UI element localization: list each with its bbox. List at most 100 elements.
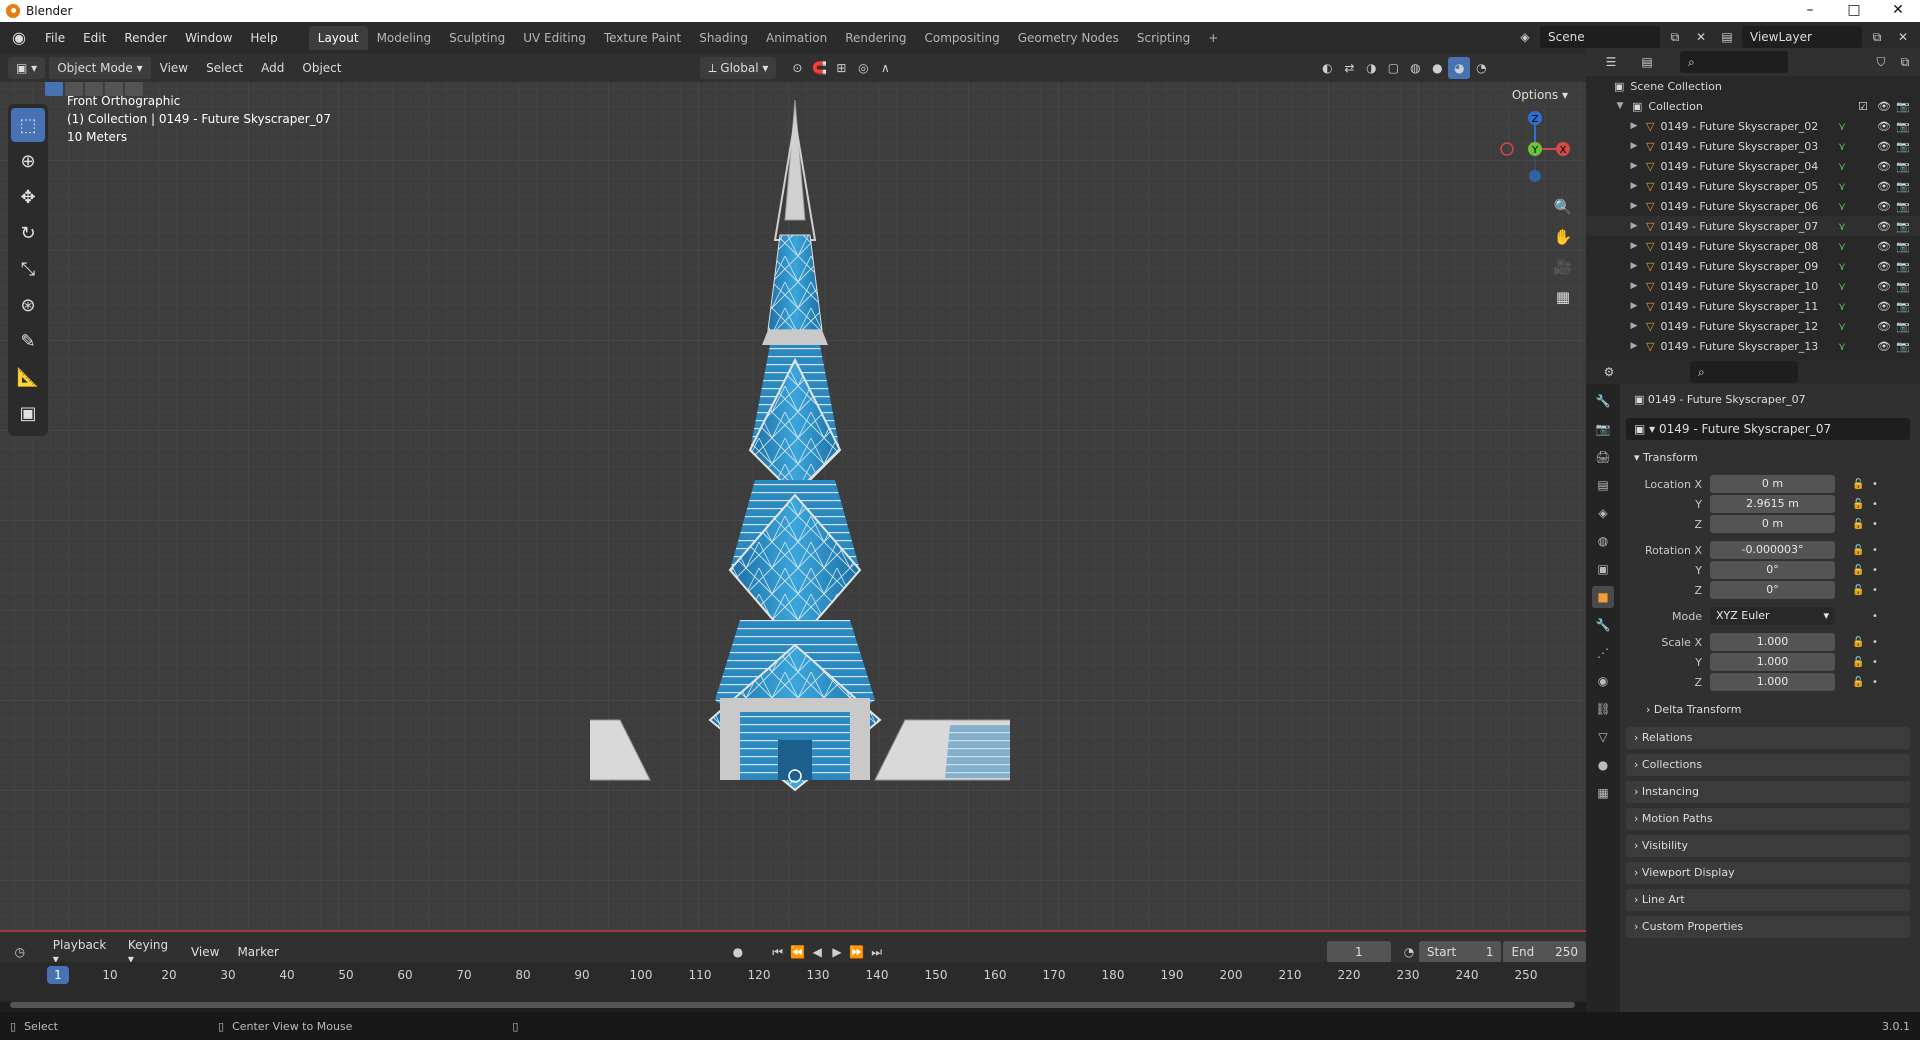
transform-panel-header[interactable]: ▾ Transform [1626, 446, 1916, 470]
wireframe-shading-icon[interactable]: ◍ [1404, 57, 1426, 79]
camera-icon[interactable]: 📷 [1896, 140, 1910, 153]
eye-icon[interactable]: 👁 [1877, 260, 1891, 273]
add-workspace-button[interactable]: + [1199, 26, 1227, 50]
gizmo-toggle-icon[interactable]: ⇄ [1338, 57, 1360, 79]
panel-header[interactable]: › Collections [1626, 754, 1910, 776]
menu-marker[interactable]: Marker [228, 945, 287, 959]
tool-tab-icon[interactable]: 🔧 [1592, 390, 1614, 412]
lock-icon[interactable]: 🔓 [1852, 637, 1864, 648]
select-invert-icon[interactable] [105, 82, 123, 96]
lock-icon[interactable]: 🔓 [1852, 565, 1864, 576]
menu-render[interactable]: Render [115, 31, 176, 45]
panel-header[interactable]: › Viewport Display [1626, 862, 1910, 884]
snap-target-icon[interactable]: ⊞ [830, 57, 852, 79]
eye-icon[interactable]: 👁 [1877, 160, 1891, 173]
menu-add[interactable]: Add [252, 61, 293, 75]
tab-geometry-nodes[interactable]: Geometry Nodes [1009, 26, 1128, 50]
keyframe-dot-icon[interactable]: • [1872, 499, 1878, 510]
expand-object-icon[interactable]: ▶ [1628, 241, 1640, 251]
prev-key-icon[interactable]: ⏪ [788, 941, 808, 963]
start-frame-field[interactable]: Start 1 [1418, 941, 1502, 963]
camera-icon[interactable]: 📷 [1896, 280, 1910, 293]
rotation-y-field[interactable]: 0° [1710, 561, 1835, 579]
pan-hand-icon[interactable]: ✋ [1550, 224, 1576, 250]
tab-rendering[interactable]: Rendering [836, 26, 915, 50]
eye-icon[interactable]: 👁 [1877, 140, 1891, 153]
menu-view[interactable]: View [151, 61, 197, 75]
lock-icon[interactable]: 🔓 [1852, 519, 1864, 530]
outliner-object-row[interactable]: ▶ ▽ 0149 - Future Skyscraper_08 ⋎ 👁 📷 [1586, 236, 1920, 256]
keyframe-dot-icon[interactable]: • [1872, 677, 1878, 688]
close-button[interactable]: ✕ [1876, 0, 1920, 22]
menu-object[interactable]: Object [293, 61, 350, 75]
collection-tab-icon[interactable]: ▣ [1592, 558, 1614, 580]
panel-header[interactable]: › Motion Paths [1626, 808, 1910, 830]
expand-object-icon[interactable]: ▶ [1628, 201, 1640, 211]
3d-viewport[interactable]: Front Orthographic (1) Collection | 0149… [0, 82, 1586, 932]
eye-icon[interactable]: 👁 [1877, 220, 1891, 233]
keyframe-dot-icon[interactable]: • [1872, 479, 1878, 490]
mesh-data-icon[interactable]: ⋎ [1838, 240, 1846, 253]
location-z-field[interactable]: 0 m [1710, 515, 1835, 533]
mesh-data-icon[interactable]: ⋎ [1838, 120, 1846, 133]
scene-tab-icon[interactable]: ◈ [1592, 502, 1614, 524]
properties-search[interactable]: ⌕ [1690, 361, 1798, 383]
camera-icon[interactable]: 📷 [1896, 300, 1910, 313]
rendered-shading-icon[interactable]: ◔ [1470, 57, 1492, 79]
viewlayer-field[interactable]: ViewLayer [1742, 26, 1862, 48]
solid-shading-icon[interactable]: ● [1426, 57, 1448, 79]
new-viewlayer-icon[interactable]: ⧉ [1866, 26, 1888, 48]
new-collection-icon[interactable]: ⧉ [1894, 51, 1916, 73]
eye-icon[interactable]: 👁 [1877, 100, 1891, 113]
tab-sculpting[interactable]: Sculpting [440, 26, 514, 50]
tab-uv-editing[interactable]: UV Editing [514, 26, 595, 50]
camera-icon[interactable]: 📷 [1896, 220, 1910, 233]
jump-start-icon[interactable]: ⏮ [768, 941, 788, 963]
rotation-z-field[interactable]: 0° [1710, 581, 1835, 599]
expand-object-icon[interactable]: ▶ [1628, 321, 1640, 331]
tab-animation[interactable]: Animation [757, 26, 836, 50]
play-icon[interactable]: ▶ [827, 941, 847, 963]
falloff-icon[interactable]: ∧ [874, 57, 896, 79]
preview-range-icon[interactable]: ◔ [1399, 941, 1419, 963]
lock-icon[interactable]: 🔓 [1852, 499, 1864, 510]
navigation-gizmo[interactable]: Z X Y [1490, 104, 1580, 194]
lock-icon[interactable]: 🔓 [1852, 585, 1864, 596]
outliner-object-row[interactable]: ▶ ▽ 0149 - Future Skyscraper_04 ⋎ 👁 📷 [1586, 156, 1920, 176]
outliner-editor-icon[interactable]: ☰ [1600, 51, 1622, 73]
select-box-tool-icon[interactable]: ⬚ [11, 108, 45, 142]
eye-icon[interactable]: 👁 [1877, 180, 1891, 193]
add-cube-tool-icon[interactable]: ▣ [11, 396, 45, 430]
tab-modeling[interactable]: Modeling [368, 26, 441, 50]
playhead[interactable]: 1 [47, 966, 69, 984]
panel-header[interactable]: › Line Art [1626, 889, 1910, 911]
panel-header[interactable]: › Instancing [1626, 781, 1910, 803]
camera-icon[interactable]: 📷 [1896, 200, 1910, 213]
keyframe-dot-icon[interactable]: • [1872, 565, 1878, 576]
outliner-object-row[interactable]: ▶ ▽ 0149 - Future Skyscraper_03 ⋎ 👁 📷 [1586, 136, 1920, 156]
keyframe-dot-icon[interactable]: • [1872, 585, 1878, 596]
scene-icon[interactable]: ◈ [1514, 26, 1536, 48]
scene-collection-row[interactable]: ▣ Scene Collection [1586, 76, 1920, 96]
pivot-icon[interactable]: ⊙ [786, 57, 808, 79]
camera-icon[interactable]: 📷 [1896, 320, 1910, 333]
eye-icon[interactable]: 👁 [1877, 280, 1891, 293]
menu-select[interactable]: Select [197, 61, 252, 75]
play-reverse-icon[interactable]: ◀ [807, 941, 827, 963]
outliner-object-row[interactable]: ▶ ▽ 0149 - Future Skyscraper_02 ⋎ 👁 📷 [1586, 116, 1920, 136]
snap-icon[interactable]: 🧲 [808, 57, 830, 79]
display-mode-icon[interactable]: ▤ [1636, 51, 1658, 73]
filter-icon[interactable]: ⛉ [1870, 51, 1892, 73]
outliner-object-row[interactable]: ▶ ▽ 0149 - Future Skyscraper_06 ⋎ 👁 📷 [1586, 196, 1920, 216]
expand-object-icon[interactable]: ▶ [1628, 161, 1640, 171]
scale-x-field[interactable]: 1.000 [1710, 633, 1835, 651]
texture-tab-icon[interactable]: ▦ [1592, 782, 1614, 804]
menu-help[interactable]: Help [241, 31, 286, 45]
outliner-object-row[interactable]: ▶ ▽ 0149 - Future Skyscraper_12 ⋎ 👁 📷 [1586, 316, 1920, 336]
scene-field[interactable]: Scene [1540, 26, 1660, 48]
record-icon[interactable]: ● [728, 941, 748, 963]
delete-scene-icon[interactable]: ✕ [1690, 26, 1712, 48]
ortho-grid-icon[interactable]: ▦ [1550, 284, 1576, 310]
lock-icon[interactable]: 🔓 [1852, 657, 1864, 668]
jump-end-icon[interactable]: ⏭ [867, 941, 887, 963]
